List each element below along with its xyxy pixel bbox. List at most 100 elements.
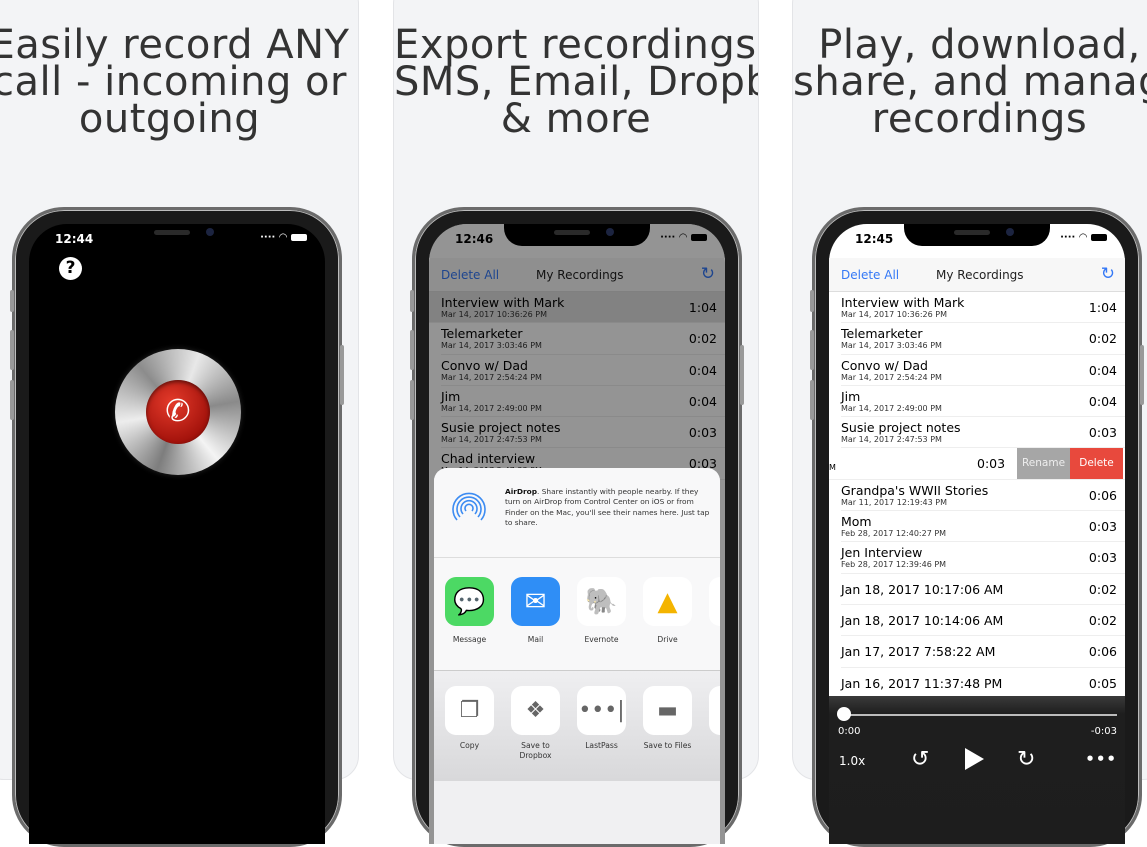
battery-icon [691,234,707,241]
truncated-text: M [829,463,836,473]
evernote-icon: 🐘 [577,577,626,626]
recording-name: Interview with Mark [841,295,965,310]
recording-title: Jan 18, 2017 10:17:06 AM [841,581,1004,597]
share-action-lastpass[interactable]: •••| LastPass [577,686,626,781]
signal-icon: ···· [660,232,676,243]
caption-line: recordings [871,96,1088,142]
share-action-more[interactable] [709,686,720,781]
delete-all-button[interactable]: Delete All [841,268,899,282]
airdrop-section[interactable]: AirDrop. Share instantly with people nea… [434,468,720,558]
refresh-icon[interactable]: ↻ [1101,264,1115,284]
share-action-save-to-files[interactable]: ▬ Save to Files [643,686,692,781]
recording-row-swiped[interactable]: M 0:03 Rename Delete [829,448,1125,480]
notch [904,224,1050,246]
recording-name: Grandpa's WWII Stories [841,482,989,498]
recording-row[interactable]: Jen Interview Feb 28, 2017 12:39:46 PM 0:0… [841,542,1125,574]
recording-row[interactable]: Jan 17, 2017 7:58:22 AM 0:06 [841,636,1125,668]
screen: 12:46 ···· ◠ Delete All My Recordings ↻ I… [429,224,725,844]
share-app-message[interactable]: 💬 Message [445,577,494,670]
recording-row[interactable]: Convo w/ Dad Mar 14, 2017 2:54:24 PM 0:04 [841,355,1125,386]
recording-duration: 0:06 [1088,487,1117,503]
recording-name: Jen Interview [841,545,923,561]
help-icon[interactable]: ? [59,257,82,280]
screen: 12:44 ···· ◠ ? ✆ [29,224,325,844]
recording-duration: 0:03 [1088,425,1117,441]
recording-row[interactable]: Jan 18, 2017 10:14:06 AM 0:02 [841,605,1125,637]
recording-name: Jim [841,388,861,404]
share-app-evernote[interactable]: 🐘 Evernote [577,577,626,670]
side-button [340,345,344,405]
skip-back-10-icon[interactable]: ↺ [911,747,929,772]
recording-date: Mar 14, 2017 2:47:53 PM [841,435,942,445]
scrubber-track[interactable] [843,714,1117,716]
playback-speed-button[interactable]: 1.0x [839,754,865,768]
share-apps-row: 💬 Message ✉ Mail 🐘 Evernote ▲ Drive Ad [434,558,720,671]
recording-row[interactable]: Jim Mar 14, 2017 2:49:00 PM 0:04 [841,386,1125,418]
recording-name: Susie project notes [841,420,961,436]
wifi-icon: ◠ [279,232,287,243]
recording-row[interactable]: Mom Feb 28, 2017 12:40:27 PM 0:03 [841,511,1125,543]
share-action-copy[interactable]: ❐ Copy [445,686,494,781]
recording-row[interactable]: Telemarketer Mar 14, 2017 3:03:46 PM 0:02 [841,323,1125,355]
recording-name: Convo w/ Dad [841,357,928,373]
record-call-button[interactable]: ✆ [115,349,241,475]
recording-row[interactable]: Susie project notes Mar 14, 2017 2:47:53 … [841,417,1125,449]
recording-title: Jan 18, 2017 10:14:06 AM [841,612,1004,628]
recording-duration: 0:05 [1088,675,1117,691]
notch [504,224,650,246]
recording-row[interactable]: Jan 18, 2017 10:17:06 AM 0:02 [841,574,1125,605]
notch [104,224,250,246]
play-icon[interactable] [965,748,984,770]
recording-duration: 0:02 [1088,331,1117,347]
scrubber-knob[interactable] [837,707,851,721]
recording-row[interactable]: Grandpa's WWII Stories Mar 11, 2017 12:19… [841,480,1125,512]
recording-row[interactable]: Interview with Mark Mar 14, 2017 10:36:26… [841,292,1125,324]
caption: Easily record ANY call - incoming or out… [0,25,358,142]
share-action-label: Copy [459,741,480,750]
recording-name: Telemarketer [841,326,923,342]
share-app-label: Mail [527,635,544,644]
remaining-time: -0:03 [1090,726,1117,737]
share-app-label: Ad [709,635,720,644]
elapsed-time: 0:00 [838,726,861,737]
wifi-icon: ◠ [1079,232,1087,243]
airdrop-icon [452,492,486,525]
recording-duration: 0:04 [1088,393,1117,409]
recording-date: Feb 28, 2017 12:39:46 PM [841,560,947,570]
share-action-save-to-dropbox[interactable]: ❖ Save to Dropbox [511,686,560,781]
share-app-label: Evernote [584,635,619,644]
screen: 12:45 ···· ◠ Delete All My Recordings ↻ I… [829,224,1125,844]
volume-down-button [10,380,14,420]
folder-icon: ▬ [643,686,692,735]
recording-row[interactable]: Jan 16, 2017 11:37:48 PM 0:05 [841,668,1125,699]
share-action-label: LastPass [585,741,618,750]
phone-record-screen: 12:44 ···· ◠ ? ✆ [10,207,344,847]
battery-icon [1091,234,1107,241]
share-sheet: AirDrop. Share instantly with people nea… [434,468,720,844]
signal-icon: ···· [260,232,276,243]
volume-up-button [10,330,14,370]
status-time: 12:46 [455,232,494,246]
rename-button[interactable]: Rename [1017,448,1070,480]
share-app-drive[interactable]: ▲ Drive [643,577,692,670]
airdrop-title: AirDrop [505,487,538,496]
mail-icon: ✉ [511,577,560,626]
phone-icon: ✆ [146,380,210,444]
dropbox-icon: ❖ [511,686,560,735]
recording-date: Mar 14, 2017 3:03:46 PM [841,341,942,351]
more-icon[interactable]: ••• [1085,750,1117,768]
recording-title: Jan 16, 2017 11:37:48 PM [841,675,1003,691]
nav-bar: Delete All My Recordings ↻ [829,258,1125,292]
recording-duration: 0:06 [1088,644,1117,660]
caption: Export recordings: SMS, Email, Dropbox, … [394,25,758,139]
recording-duration: 0:03 [1088,550,1117,566]
caption-line: outgoing [78,96,261,142]
status-time: 12:44 [55,232,94,246]
share-action-label: Save to Files [643,741,692,750]
share-app-ad[interactable]: Ad [709,577,720,670]
share-app-mail[interactable]: ✉ Mail [511,577,560,670]
skip-forward-10-icon[interactable]: ↻ [1017,747,1035,772]
share-app-label: Message [452,635,487,644]
delete-button[interactable]: Delete [1070,448,1123,480]
status-time: 12:45 [855,232,894,246]
